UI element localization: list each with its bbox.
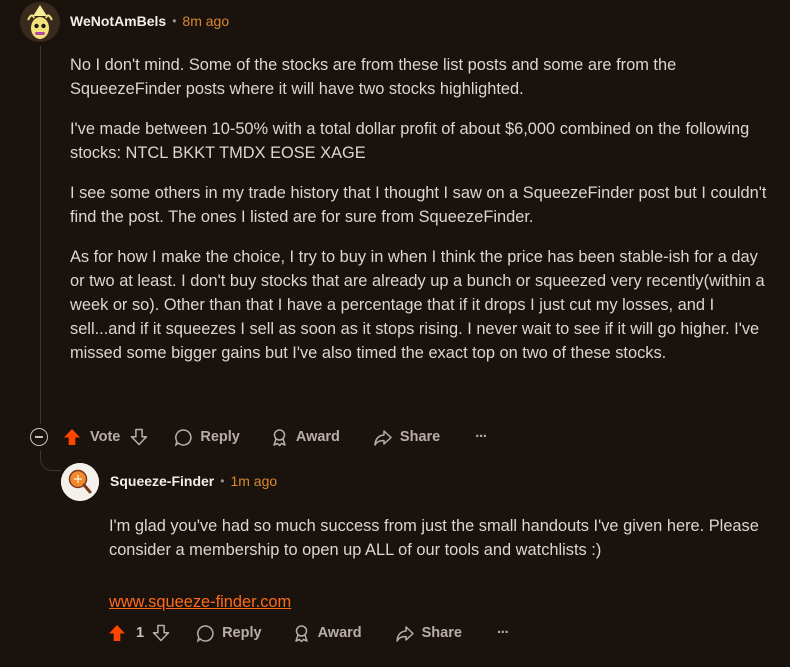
award-button[interactable]: Award	[270, 428, 340, 447]
more-options-button[interactable]: ···	[475, 429, 487, 445]
upvote-icon[interactable]	[63, 428, 81, 446]
reply-meta: Squeeze-Finder • 1m ago	[110, 473, 277, 489]
author-name[interactable]: WeNotAmBels	[70, 13, 166, 29]
comment-paragraph: I've made between 10-50% with a total do…	[70, 120, 750, 162]
collapse-thread-button[interactable]	[30, 428, 48, 446]
reply-button[interactable]: Reply	[196, 624, 262, 643]
share-label: Share	[399, 429, 441, 445]
reply-paragraph: I'm glad you've had so much success from…	[109, 517, 759, 559]
share-icon	[373, 428, 393, 447]
comment-action-bar: Vote Reply Award Share ···	[30, 424, 488, 450]
comment-body: No I don't mind. Some of the stocks are …	[70, 53, 770, 381]
chat-bubble-icon	[174, 428, 193, 447]
downvote-icon[interactable]	[130, 428, 148, 446]
avatar[interactable]	[20, 2, 60, 42]
magnifier-logo-icon	[61, 463, 99, 501]
share-button[interactable]: Share	[373, 428, 440, 447]
comment-paragraph: No I don't mind. Some of the stocks are …	[70, 56, 677, 98]
comment-timestamp[interactable]: 8m ago	[182, 13, 229, 29]
upvote-icon[interactable]	[108, 624, 126, 642]
avatar-image	[20, 2, 60, 42]
share-button[interactable]: Share	[395, 624, 462, 643]
website-link[interactable]: www.squeeze-finder.com	[109, 593, 291, 611]
reply-connector	[40, 450, 61, 471]
award-icon	[270, 428, 289, 447]
comment-thread: WeNotAmBels • 8m ago No I don't mind. So…	[0, 0, 790, 667]
reply-timestamp[interactable]: 1m ago	[230, 473, 277, 489]
comment-meta: WeNotAmBels • 8m ago	[70, 13, 229, 29]
reply-author-name[interactable]: Squeeze-Finder	[110, 473, 214, 489]
downvote-icon[interactable]	[152, 624, 170, 642]
award-label: Award	[317, 625, 362, 641]
award-label: Award	[295, 429, 340, 445]
reply-avatar[interactable]	[61, 463, 99, 501]
share-icon	[395, 624, 415, 643]
award-icon	[292, 624, 311, 643]
reply-label: Reply	[222, 625, 262, 641]
reply-body: I'm glad you've had so much success from…	[109, 514, 779, 614]
more-options-button[interactable]: ···	[497, 625, 509, 641]
thread-line[interactable]	[40, 46, 41, 424]
meta-separator: •	[220, 474, 225, 488]
vote-label: Vote	[90, 429, 121, 445]
reply-button[interactable]: Reply	[174, 428, 240, 447]
meta-separator: •	[172, 14, 177, 28]
comment-paragraph: As for how I make the choice, I try to b…	[70, 248, 765, 362]
comment-paragraph: I see some others in my trade history th…	[70, 184, 767, 226]
share-label: Share	[421, 625, 462, 641]
chat-bubble-icon	[196, 624, 215, 643]
vote-count: 1	[136, 625, 145, 641]
reply-label: Reply	[200, 429, 240, 445]
award-button[interactable]: Award	[292, 624, 362, 643]
reply-action-bar: 1 Reply Award Share ···	[108, 620, 509, 646]
reply-link-paragraph: www.squeeze-finder.com	[109, 590, 779, 614]
